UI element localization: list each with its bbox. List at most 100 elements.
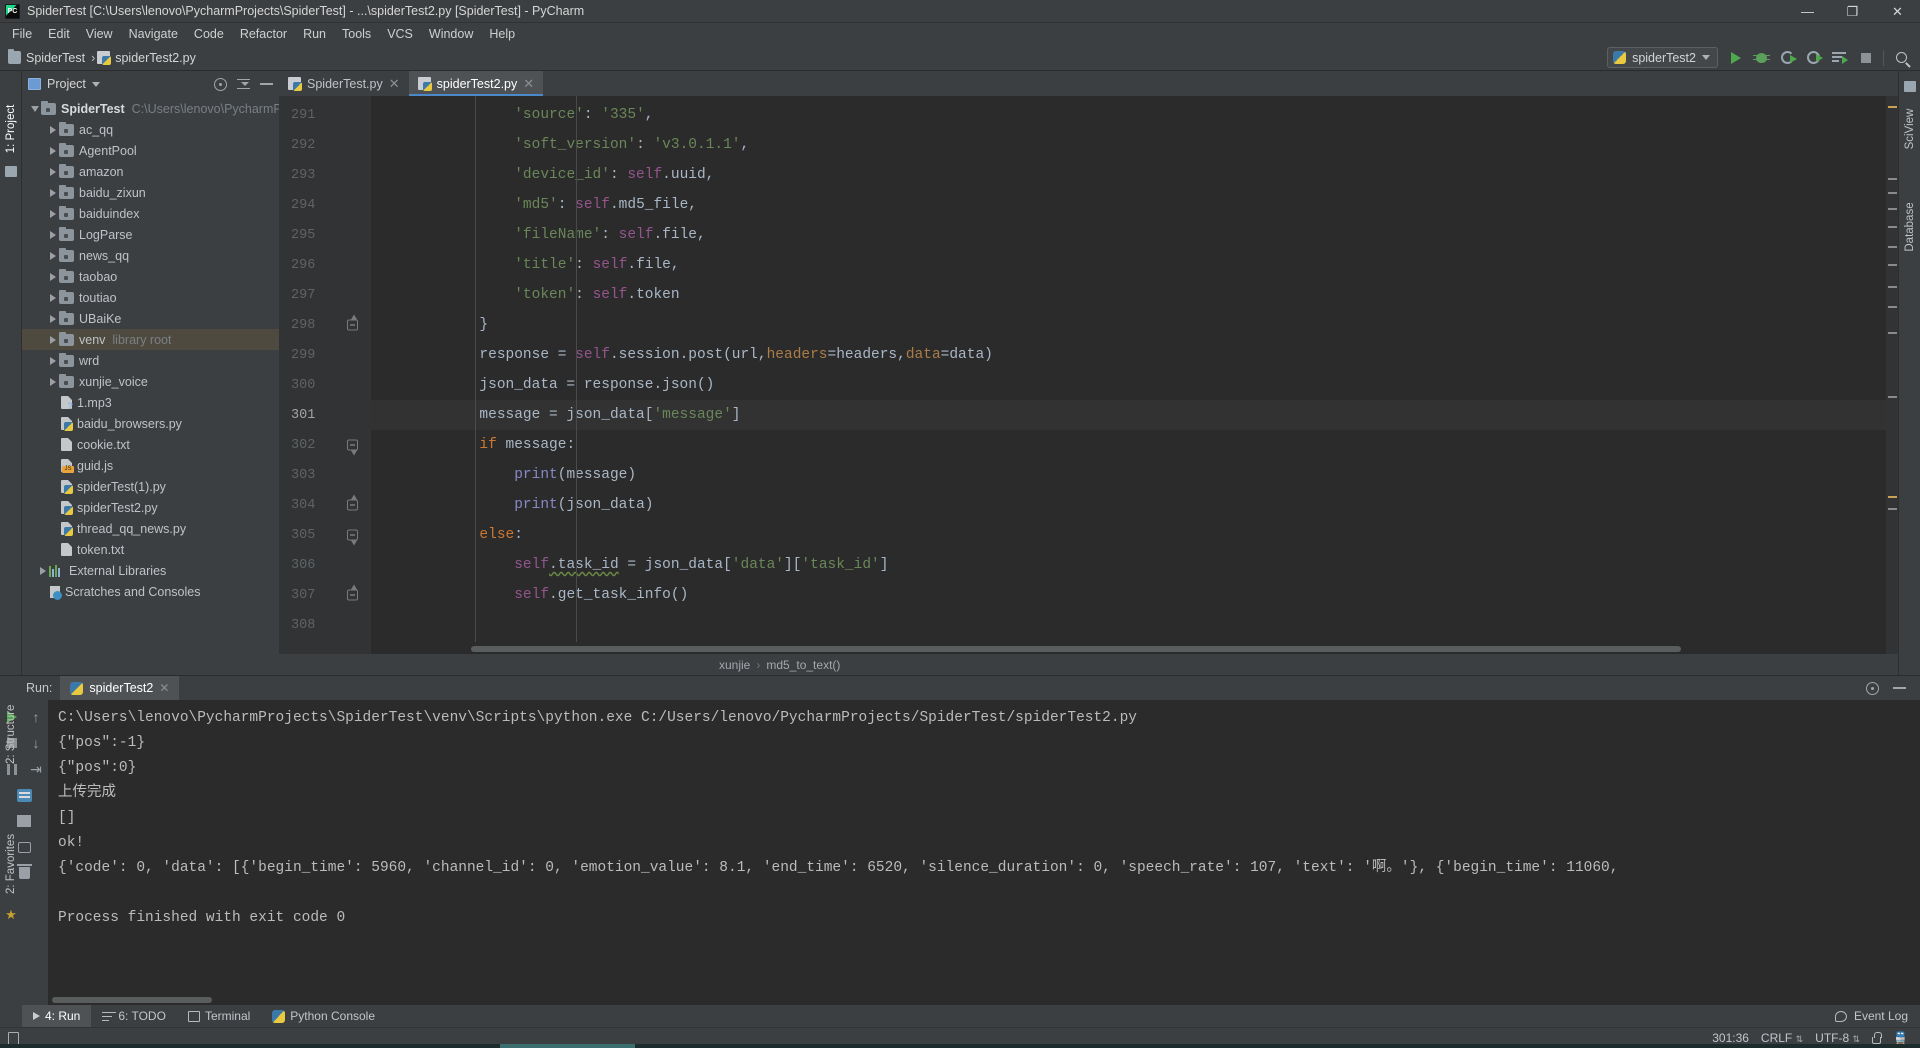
- tree-row-external-libraries[interactable]: External Libraries: [22, 560, 279, 581]
- soft-wrap-button[interactable]: [28, 761, 44, 777]
- gutter-line-301[interactable]: 301: [279, 400, 371, 430]
- code-line-297[interactable]: 'token': self .token: [371, 280, 1886, 310]
- tree-row-thread-qq-news-py[interactable]: thread_qq_news.py: [22, 518, 279, 539]
- code-line-305[interactable]: else:: [371, 520, 1886, 550]
- code-line-306[interactable]: self .task_id = json_data['data']['task_i…: [371, 550, 1886, 580]
- tree-row-guid-js[interactable]: guid.js: [22, 455, 279, 476]
- memory-indicator-icon[interactable]: [8, 1031, 19, 1045]
- tree-row-scratches-and-consoles[interactable]: Scratches and Consoles: [22, 581, 279, 602]
- tree-row-taobao[interactable]: taobao: [22, 266, 279, 287]
- code-line-295[interactable]: 'fileName': self .file,: [371, 220, 1886, 250]
- fold-marker-icon[interactable]: [347, 314, 358, 331]
- expand-arrow-icon[interactable]: [28, 105, 41, 112]
- expand-arrow-icon[interactable]: [46, 251, 59, 260]
- code-line-298[interactable]: }: [371, 310, 1886, 340]
- gutter-line-302[interactable]: 302: [279, 430, 371, 460]
- navbar-crumb-file[interactable]: spiderTest2.py: [95, 51, 202, 65]
- run-coverage-button[interactable]: [1779, 49, 1797, 66]
- code-line-308[interactable]: [371, 610, 1886, 640]
- expand-arrow-icon[interactable]: [46, 146, 59, 155]
- event-log-area[interactable]: Event Log: [1834, 1009, 1920, 1023]
- run-configuration-selector[interactable]: spiderTest2: [1607, 47, 1718, 68]
- minimize-button[interactable]: —: [1785, 0, 1830, 23]
- gutter-line-304[interactable]: 304: [279, 490, 371, 520]
- code-line-293[interactable]: 'device_id': self .uuid,: [371, 160, 1886, 190]
- tree-row-wrd[interactable]: wrd: [22, 350, 279, 371]
- profile-button[interactable]: [1805, 49, 1823, 66]
- tree-row-root[interactable]: SpiderTest C:\Users\lenovo\PycharmProjec…: [22, 98, 279, 119]
- caret-position[interactable]: 301:36: [1712, 1031, 1749, 1045]
- collapse-all-icon[interactable]: [237, 78, 250, 90]
- navbar-crumb-project[interactable]: SpiderTest: [6, 49, 91, 65]
- scroll-to-end-button[interactable]: [16, 787, 32, 803]
- expand-arrow-icon[interactable]: [46, 293, 59, 302]
- gutter-line-295[interactable]: 295: [279, 220, 371, 250]
- use-console-button[interactable]: [16, 813, 32, 829]
- gutter-line-296[interactable]: 296: [279, 250, 371, 280]
- previous-occurrence-button[interactable]: [28, 709, 44, 725]
- hide-panel-icon[interactable]: [260, 83, 273, 85]
- project-tree[interactable]: SpiderTest C:\Users\lenovo\PycharmProjec…: [22, 97, 279, 675]
- gutter-line-294[interactable]: 294: [279, 190, 371, 220]
- maximize-button[interactable]: ❐: [1830, 0, 1875, 23]
- menu-tools[interactable]: Tools: [334, 25, 379, 43]
- tree-row-token-txt[interactable]: token.txt: [22, 539, 279, 560]
- menu-vcs[interactable]: VCS: [379, 25, 421, 43]
- gutter-line-291[interactable]: 291: [279, 100, 371, 130]
- tool-window-project[interactable]: 1: Project: [5, 102, 17, 156]
- menu-file[interactable]: File: [4, 25, 40, 43]
- hide-panel-icon[interactable]: [1893, 687, 1906, 689]
- tree-row-spidertest-1-py[interactable]: spiderTest(1).py: [22, 476, 279, 497]
- menu-refactor[interactable]: Refactor: [232, 25, 295, 43]
- code-line-294[interactable]: 'md5': self .md5_file,: [371, 190, 1886, 220]
- menu-edit[interactable]: Edit: [40, 25, 78, 43]
- code-area[interactable]: 'source': '335', 'soft_version': 'v3.0.1…: [371, 96, 1886, 654]
- tool-window-structure[interactable]: 2: Structure: [5, 705, 17, 764]
- line-separator[interactable]: CRLF ⇅: [1761, 1031, 1803, 1045]
- code-line-303[interactable]: print (message): [371, 460, 1886, 490]
- editor-horizontal-scrollbar[interactable]: [463, 644, 1886, 654]
- run-button[interactable]: [1727, 49, 1744, 66]
- code-line-300[interactable]: json_data = response.json(): [371, 370, 1886, 400]
- tree-row-1-mp3[interactable]: 1.mp3: [22, 392, 279, 413]
- bottom-tab-python-console[interactable]: Python Console: [261, 1005, 386, 1027]
- gutter-line-307[interactable]: 307: [279, 580, 371, 610]
- code-line-291[interactable]: 'source': '335',: [371, 100, 1886, 130]
- tree-row-spidertest2-py[interactable]: spiderTest2.py: [22, 497, 279, 518]
- expand-arrow-icon[interactable]: [46, 209, 59, 218]
- concurrency-button[interactable]: [1831, 49, 1848, 66]
- editor-tab-spidertest[interactable]: SpiderTest.py ✕: [279, 71, 409, 96]
- expand-arrow-icon[interactable]: [46, 356, 59, 365]
- bottom-tab-run[interactable]: 4: Run: [22, 1005, 92, 1027]
- gear-icon[interactable]: [214, 77, 227, 91]
- gutter-line-298[interactable]: 298: [279, 310, 371, 340]
- expand-arrow-icon[interactable]: [46, 125, 59, 134]
- clear-all-button[interactable]: [16, 864, 32, 881]
- editor-tab-spidertest2[interactable]: spiderTest2.py ✕: [408, 71, 544, 96]
- next-occurrence-button[interactable]: [28, 735, 44, 751]
- print-button[interactable]: [16, 839, 32, 855]
- close-button[interactable]: ✕: [1875, 0, 1920, 23]
- editor-marker-strip[interactable]: [1886, 96, 1898, 654]
- tree-row-venv[interactable]: venv library root: [22, 329, 279, 350]
- train-icon[interactable]: 🚆: [1893, 1031, 1908, 1045]
- menu-window[interactable]: Window: [421, 25, 481, 43]
- scrollbar-thumb[interactable]: [52, 997, 212, 1003]
- gutter-line-306[interactable]: 306: [279, 550, 371, 580]
- code-line-296[interactable]: 'title': self .file,: [371, 250, 1886, 280]
- tree-row-agentpool[interactable]: AgentPool: [22, 140, 279, 161]
- tree-row-news-qq[interactable]: news_qq: [22, 245, 279, 266]
- tree-row-ubaike[interactable]: UBaiKe: [22, 308, 279, 329]
- console-horizontal-scrollbar[interactable]: [48, 995, 1920, 1005]
- fold-marker-icon[interactable]: [347, 584, 358, 601]
- fold-marker-icon[interactable]: [347, 439, 358, 456]
- tool-window-sciview[interactable]: SciView: [1904, 102, 1916, 156]
- search-everywhere-button[interactable]: [1893, 49, 1910, 66]
- expand-arrow-icon[interactable]: [46, 335, 59, 344]
- lock-icon[interactable]: [1872, 1031, 1883, 1044]
- console-output[interactable]: C:\Users\lenovo\PycharmProjects\SpiderTe…: [48, 700, 1920, 1005]
- stop-button[interactable]: [1857, 49, 1874, 66]
- tree-row-baiduindex[interactable]: baiduindex: [22, 203, 279, 224]
- menu-run[interactable]: Run: [295, 25, 334, 43]
- tree-row-ac-qq[interactable]: ac_qq: [22, 119, 279, 140]
